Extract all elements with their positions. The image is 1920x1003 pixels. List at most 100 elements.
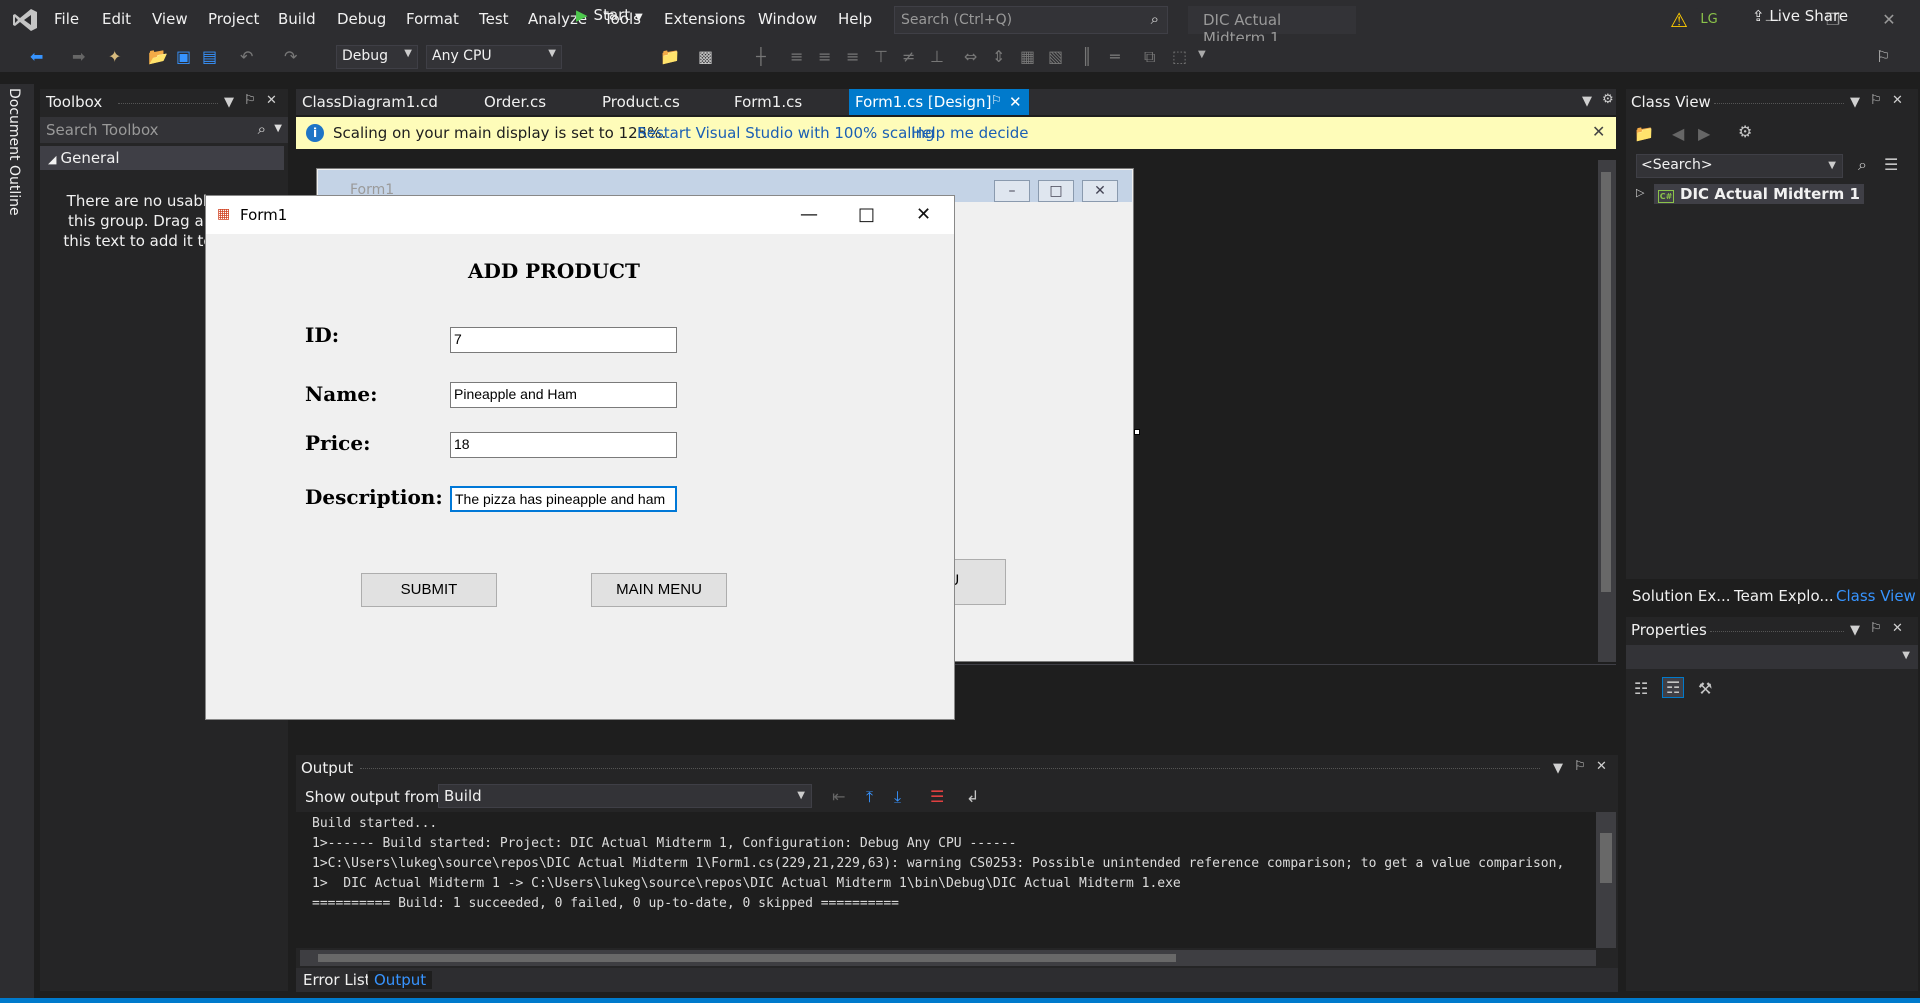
designer-scroll-thumb[interactable] [1601,172,1611,592]
bring-to-front-icon[interactable]: ⧉ [1144,47,1155,67]
tab-form1-design[interactable]: Form1.cs [Design] ⚐ ✕ [849,89,1029,115]
minimize-icon[interactable]: — [800,204,818,225]
menu-extensions[interactable]: Extensions [664,10,745,28]
configuration-select[interactable]: Debug ▼ [336,45,418,69]
make-same-width-icon[interactable]: ⇔ [964,47,977,66]
align-centers-icon[interactable]: ≡ [818,47,831,66]
property-pages-icon[interactable]: ⚒ [1698,679,1712,698]
forward-icon[interactable]: ➡ [72,47,85,66]
user-avatar[interactable]: LG [1696,8,1722,32]
start-button[interactable]: ▶ Start ▼ [576,6,643,24]
send-to-back-icon[interactable]: ⬚ [1172,47,1187,66]
undo-icon[interactable]: ↶ [240,47,253,66]
close-icon[interactable]: ✕ [916,204,931,225]
back-icon[interactable]: ◀ [1672,124,1684,143]
pin-icon[interactable]: ⚐ [991,93,1002,107]
search-icon[interactable]: ⌕ [1858,155,1867,175]
save-icon[interactable]: ▣ [176,47,191,66]
menu-help[interactable]: Help [838,10,872,28]
output-vertical-scroll-thumb[interactable] [1600,833,1612,883]
platform-select[interactable]: Any CPU ▼ [426,45,562,69]
menu-window[interactable]: Window [758,10,817,28]
word-wrap-icon[interactable]: ↲ [966,787,979,806]
warning-icon[interactable]: ⚠ [1670,8,1688,32]
chevron-down-icon[interactable]: ▼ [1850,95,1860,110]
gear-icon[interactable]: ⚙ [1602,92,1614,107]
clear-all-icon[interactable]: ☰ [930,787,944,806]
align-bottoms-icon[interactable]: ⊥ [930,47,944,66]
browse-icon[interactable]: 📁 [660,47,680,66]
toolbox-group-general[interactable]: ◢ General [40,146,284,170]
alphabetical-icon[interactable]: ☶ [1662,677,1685,698]
class-view-search-input[interactable]: <Search> ▼ [1636,154,1843,178]
new-folder-icon[interactable]: 📁 [1634,124,1654,143]
output-text[interactable]: Build started... 1>------ Build started: … [296,812,1596,948]
output-horizontal-scroll-thumb[interactable] [318,954,1176,962]
name-field[interactable]: Pineapple and Ham [450,382,677,408]
gear-icon[interactable]: ⚙ [1738,122,1752,141]
horizontal-spacing-icon[interactable]: ║ [1082,47,1092,66]
chevron-down-icon[interactable]: ▼ [1553,761,1563,776]
pin-icon[interactable]: ⚐ [244,93,256,108]
close-icon[interactable]: ✕ [1009,93,1022,111]
close-icon[interactable]: ✕ [1892,621,1903,636]
align-lefts-icon[interactable]: ≡ [790,47,803,66]
tab-class-view[interactable]: Class View [1836,587,1916,605]
settings-list-icon[interactable]: ☰ [1884,155,1898,174]
align-grid-icon[interactable]: ┼ [756,47,766,66]
redo-icon[interactable]: ↷ [284,47,297,66]
close-icon[interactable]: ✕ [1596,759,1607,774]
menu-file[interactable]: File [54,10,79,28]
close-icon[interactable]: ✕ [266,93,277,108]
tab-classdiagram[interactable]: ClassDiagram1.cd [296,89,444,115]
price-field[interactable]: 18 [450,432,677,458]
properties-object-select[interactable]: ▼ [1626,645,1918,669]
back-icon[interactable]: ⬅ [30,47,43,66]
forward-icon[interactable]: ▶ [1698,124,1710,143]
previous-message-icon[interactable]: ⤒ [866,787,873,807]
menu-build[interactable]: Build [278,10,316,28]
main-menu-button[interactable]: MAIN MENU [591,573,727,607]
pin-icon[interactable]: ⚐ [1574,759,1586,774]
tab-error-list[interactable]: Error List [297,971,377,989]
menu-edit[interactable]: Edit [102,10,131,28]
find-message-icon[interactable]: ⇤ [832,787,845,806]
feedback-icon[interactable]: ⚐ [1876,47,1890,66]
tab-solution-explorer[interactable]: Solution Ex... [1632,587,1731,605]
vertical-spacing-icon[interactable]: ═ [1110,47,1120,66]
align-rights-icon[interactable]: ≡ [846,47,859,66]
next-message-icon[interactable]: ⤓ [894,787,901,807]
menu-format[interactable]: Format [406,10,459,28]
tab-output[interactable]: Output [368,971,433,989]
menu-view[interactable]: View [152,10,188,28]
chevron-down-icon[interactable]: ▼ [1850,623,1860,638]
screenshot-icon[interactable]: ▩ [698,47,713,66]
toolbox-search-input[interactable]: Search Toolbox ⌕ ▼ [40,117,288,143]
categorized-icon[interactable]: ☷ [1634,679,1648,698]
submit-button[interactable]: SUBMIT [361,573,497,607]
help-decide-link[interactable]: Help me decide [911,124,1029,142]
tab-order-cs[interactable]: Order.cs [478,89,552,115]
pin-icon[interactable]: ⚐ [1870,93,1882,108]
search-input[interactable]: Search (Ctrl+Q) ⌕ [894,6,1168,34]
close-icon[interactable]: ✕ [1892,93,1903,108]
class-view-project-node[interactable]: C# DIC Actual Midterm 1 [1654,184,1864,204]
new-project-icon[interactable]: ✦ [108,47,121,66]
tab-product-cs[interactable]: Product.cs [596,89,686,115]
expand-arrow-icon[interactable]: ▷ [1636,186,1644,199]
chevron-down-icon[interactable]: ▼ [1582,94,1592,109]
size-to-grid-icon[interactable]: ▦ [1020,47,1035,66]
toolbar-overflow-icon[interactable]: ▼ [1198,49,1206,60]
output-source-select[interactable]: Build ▼ [438,784,812,808]
align-tops-icon[interactable]: ⊤ [874,47,888,66]
make-same-size-icon[interactable]: ▧ [1048,47,1063,66]
close-icon[interactable]: ✕ [1866,6,1912,34]
id-field[interactable]: 7 [450,327,677,353]
maximize-icon[interactable]: □ [858,204,875,225]
close-icon[interactable]: ✕ [1592,122,1605,141]
menu-project[interactable]: Project [208,10,259,28]
document-outline-tab[interactable]: Document Outline [6,88,22,216]
chevron-down-icon[interactable]: ▼ [224,95,234,110]
tab-form1-cs[interactable]: Form1.cs [728,89,808,115]
resize-handle[interactable] [1134,429,1140,435]
